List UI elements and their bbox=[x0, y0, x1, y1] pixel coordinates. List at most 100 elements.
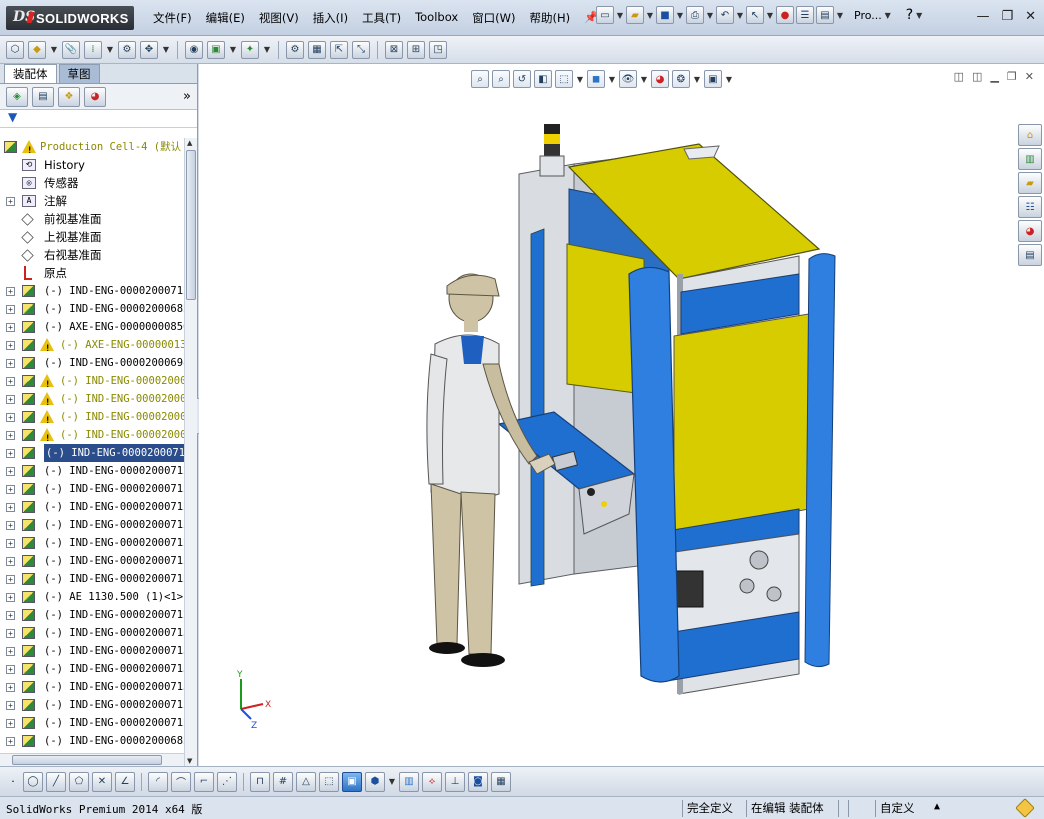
expand-icon[interactable]: + bbox=[6, 359, 15, 368]
tree-horizontal-scrollbar[interactable] bbox=[0, 753, 184, 766]
tangent-arc-icon[interactable]: ◜ bbox=[148, 771, 168, 792]
assembly-features-icon[interactable]: ▣ bbox=[207, 40, 225, 59]
save-icon[interactable]: ■ bbox=[656, 6, 674, 24]
tree-component-row[interactable]: + (-) IND-ENG-00002000712 bbox=[0, 696, 184, 714]
view-cube-icon[interactable]: ⬢ bbox=[365, 771, 385, 792]
tree-item-sensors[interactable]: ◎ 传感器 bbox=[0, 174, 184, 192]
menu-help[interactable]: 帮助(H) bbox=[523, 9, 578, 27]
tree-component-row[interactable]: + (-) IND-ENG-00002000712 bbox=[0, 516, 184, 534]
point-icon[interactable]: · bbox=[6, 775, 20, 788]
intersection-icon[interactable]: ✕ bbox=[92, 771, 112, 792]
cabinet-rear-pillar[interactable] bbox=[804, 253, 836, 668]
expand-icon[interactable]: + bbox=[6, 575, 15, 584]
clearance-verification-icon[interactable]: ⊞ bbox=[407, 40, 425, 59]
new-document-icon[interactable]: ▭ bbox=[596, 6, 614, 24]
expand-icon[interactable]: + bbox=[6, 341, 15, 350]
graphics-area[interactable]: ⌕ ⌕ ↺ ◧ ⬚ ▼ ◼ ▼ 👁 ▼ ◕ ❂ ▼ ▣ ▼ ◫ ◫ ▁ ❐ ✕ ⌂ ▥ ▰… bbox=[199, 64, 1044, 766]
tree-component-row[interactable]: + (-) IND-ENG-00002000713 bbox=[0, 660, 184, 678]
menu-tools[interactable]: 工具(T) bbox=[355, 9, 408, 27]
chevron-down-icon[interactable]: ▼ bbox=[616, 11, 624, 20]
tree-item-top-plane[interactable]: 上视基准面 bbox=[0, 228, 184, 246]
chevron-down-icon[interactable]: ▼ bbox=[646, 11, 654, 20]
chevron-down-icon[interactable]: ▼ bbox=[50, 45, 58, 54]
tree-component-row[interactable]: + (-) IND-ENG-00002000712 bbox=[0, 714, 184, 732]
tree-component-row[interactable]: + (-) IND-ENG-00002000712 bbox=[0, 606, 184, 624]
tree-component-row[interactable]: + (-) IND-ENG-00002000712 bbox=[0, 498, 184, 516]
select-arrow-icon[interactable]: ↖ bbox=[746, 6, 764, 24]
expand-icon[interactable]: + bbox=[6, 611, 15, 620]
options-icon[interactable]: ▤ bbox=[816, 6, 834, 24]
restore-icon[interactable]: ❐ bbox=[1001, 9, 1013, 24]
chevron-down-icon[interactable]: ▼ bbox=[388, 777, 396, 786]
chevron-down-icon[interactable]: ▼ bbox=[676, 11, 684, 20]
menu-window[interactable]: 窗口(W) bbox=[465, 9, 522, 27]
tree-component-row[interactable]: + (-) AXE-ENG-00000013 bbox=[0, 336, 184, 358]
scroll-up-icon[interactable]: ▲ bbox=[187, 139, 192, 147]
dashed-corner-icon[interactable]: ⋰ bbox=[217, 771, 237, 792]
help-icon[interactable]: ? bbox=[906, 7, 913, 23]
chevron-down-icon[interactable]: ▼ bbox=[106, 45, 114, 54]
chevron-down-icon[interactable]: ▼ bbox=[766, 11, 774, 20]
expand-icon[interactable]: + bbox=[6, 629, 15, 638]
shaded-cube-icon[interactable]: ▣ bbox=[342, 771, 362, 792]
cabinet-right-side[interactable] bbox=[660, 255, 810, 695]
fillet-icon[interactable]: ⌒ bbox=[171, 771, 191, 792]
solidworks-logo[interactable]: DS SOLIDWORKS bbox=[6, 6, 134, 30]
expand-icon[interactable]: + bbox=[6, 683, 15, 692]
print-icon[interactable]: ⎙ bbox=[686, 6, 704, 24]
mate-ref-icon[interactable]: ⟡ bbox=[422, 771, 442, 792]
expand-chevron-icon[interactable]: » bbox=[183, 89, 191, 104]
show-hidden-icon[interactable]: ◉ bbox=[185, 40, 203, 59]
units-dropdown-icon[interactable]: ▲ bbox=[934, 801, 940, 812]
tab-assembly[interactable]: 装配体 bbox=[4, 64, 57, 83]
undo-icon[interactable]: ↶ bbox=[716, 6, 734, 24]
chevron-down-icon[interactable]: ▼ bbox=[263, 45, 271, 54]
expand-icon[interactable]: + bbox=[6, 467, 15, 476]
instant3d-icon[interactable]: ◳ bbox=[429, 40, 447, 59]
expand-icon[interactable]: + bbox=[6, 449, 15, 458]
line-icon[interactable]: ╱ bbox=[46, 771, 66, 792]
tree-component-row[interactable]: + (-) IND-ENG-00002000712 bbox=[0, 552, 184, 570]
exploded-view-icon[interactable]: ⇱ bbox=[330, 40, 348, 59]
expand-icon[interactable]: + bbox=[6, 593, 15, 602]
tree-component-row[interactable]: + (-) IND-ENG-00002000713 bbox=[0, 642, 184, 660]
angle-icon[interactable]: ∠ bbox=[115, 771, 135, 792]
menu-toolbox[interactable]: Toolbox bbox=[408, 9, 465, 27]
menu-file[interactable]: 文件(F) bbox=[146, 9, 199, 27]
filter-row[interactable]: ▼ bbox=[0, 110, 197, 128]
expand-icon[interactable]: + bbox=[6, 197, 15, 206]
scroll-thumb[interactable] bbox=[186, 150, 196, 300]
file-properties-icon[interactable]: ☰ bbox=[796, 6, 814, 24]
expand-icon[interactable]: + bbox=[6, 503, 15, 512]
tag-icon[interactable] bbox=[1015, 798, 1035, 818]
triangle-icon[interactable]: △ bbox=[296, 771, 316, 792]
expand-icon[interactable]: + bbox=[6, 413, 15, 422]
property-manager-icon[interactable]: ▤ bbox=[32, 86, 54, 107]
tree-item-front-plane[interactable]: 前视基准面 bbox=[0, 210, 184, 228]
chevron-down-icon[interactable]: ▼ bbox=[162, 45, 170, 54]
tree-component-row[interactable]: + (-) IND-ENG-00002000682 bbox=[0, 300, 184, 318]
linear-pattern-icon[interactable]: ⁞ bbox=[84, 40, 102, 59]
display-manager-icon[interactable]: ◕ bbox=[84, 86, 106, 107]
tree-component-row[interactable]: + (-) IND-ENG-00002000712 bbox=[0, 480, 184, 498]
expand-icon[interactable]: + bbox=[6, 539, 15, 548]
tree-component-row[interactable]: + (-) AE 1130.500 (1)<1> bbox=[0, 588, 184, 606]
dimension-icon[interactable]: ⊓ bbox=[250, 771, 270, 792]
corner-icon[interactable]: ⌐ bbox=[194, 771, 214, 792]
tree-component-row[interactable]: + (-) IND-ENG-00002000712 bbox=[0, 444, 184, 462]
pro-label[interactable]: Pro... bbox=[854, 9, 882, 22]
expand-icon[interactable]: + bbox=[6, 719, 15, 728]
box-outline-icon[interactable]: ⬚ bbox=[319, 771, 339, 792]
configuration-manager-icon[interactable]: ❖ bbox=[58, 86, 80, 107]
tree-item-history[interactable]: ⟲ History bbox=[0, 156, 184, 174]
tree-item-origin[interactable]: 原点 bbox=[0, 264, 184, 282]
minimize-icon[interactable]: — bbox=[976, 9, 989, 24]
expand-icon[interactable]: + bbox=[6, 431, 15, 440]
scroll-thumb[interactable] bbox=[12, 755, 162, 765]
tree-component-row[interactable]: + (-) AXE-ENG-00000000856 bbox=[0, 318, 184, 336]
expand-icon[interactable]: + bbox=[6, 701, 15, 710]
tree-component-row[interactable]: + (-) IND-ENG-00002000713 bbox=[0, 678, 184, 696]
expand-icon[interactable]: + bbox=[6, 557, 15, 566]
bill-of-materials-icon[interactable]: ▦ bbox=[308, 40, 326, 59]
camera-icon[interactable]: ◙ bbox=[468, 771, 488, 792]
